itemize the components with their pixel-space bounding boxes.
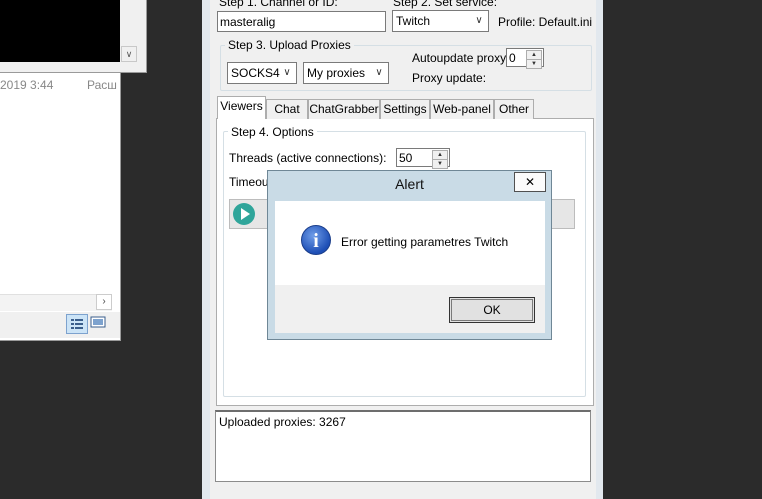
service-select[interactable]: Twitch ∨ — [392, 10, 489, 32]
tab-web-panel[interactable]: Web-panel — [430, 99, 494, 119]
proxy-source-value: My proxies — [307, 66, 366, 80]
scroll-right-button[interactable]: › — [96, 294, 112, 310]
spin-down-icon[interactable]: ▼ — [432, 159, 448, 169]
alert-title: Alert — [395, 176, 424, 192]
tab-settings[interactable]: Settings — [380, 99, 430, 119]
large-icons-view-icon[interactable] — [90, 314, 106, 330]
log-textarea[interactable]: Uploaded proxies: 3267 — [215, 410, 591, 482]
proxy-update-label: Proxy update: — [412, 71, 487, 85]
tab-viewers[interactable]: Viewers — [217, 96, 266, 119]
info-icon: i — [301, 225, 331, 255]
step2-label: Step 2. Set service: — [393, 0, 498, 9]
profile-label: Profile: Default.ini — [498, 15, 593, 29]
chevron-down-icon: ∨ — [475, 15, 483, 26]
alert-footer: OK — [275, 285, 545, 333]
autoupdate-stepper[interactable]: 0 ▲ ▼ — [506, 48, 544, 69]
tab-chat[interactable]: Chat — [266, 99, 308, 119]
ok-button[interactable]: OK — [449, 297, 535, 323]
close-icon[interactable]: ✕ — [514, 172, 546, 192]
threads-label: Threads (active connections): — [229, 151, 387, 165]
tab-chatgrabber[interactable]: ChatGrabber — [308, 99, 380, 119]
spin-down-icon[interactable]: ▼ — [526, 59, 542, 69]
alert-dialog: Alert ✕ i Error getting parametres Twitc… — [267, 170, 552, 340]
tab-other[interactable]: Other — [494, 99, 534, 119]
column-header-extension: Расш — [87, 78, 117, 92]
autoupdate-value: 0 — [509, 51, 516, 65]
alert-message: Error getting parametres Twitch — [341, 235, 509, 249]
chevron-down-icon: ∨ — [283, 67, 291, 78]
details-view-icon[interactable] — [66, 314, 88, 334]
threads-stepper[interactable]: 50 ▲ ▼ — [396, 148, 450, 169]
step3-title: Step 3. Upload Proxies — [225, 38, 354, 52]
step4-title: Step 4. Options — [228, 125, 317, 139]
service-select-value: Twitch — [396, 14, 431, 28]
play-icon[interactable] — [233, 203, 255, 225]
chevron-down-icon: ∨ — [375, 67, 383, 78]
timeout-label: Timeout — [229, 175, 272, 189]
background-explorer-window: ∨ 2019 3:44 Расш › — [0, 0, 147, 341]
scroll-down-button[interactable]: ∨ — [121, 46, 137, 62]
proxy-type-select[interactable]: SOCKS4 ∨ — [227, 62, 297, 84]
alert-body: i Error getting parametres Twitch — [275, 201, 545, 285]
proxy-type-value: SOCKS4 — [231, 66, 280, 80]
threads-value: 50 — [399, 151, 413, 165]
background-preview-area — [0, 0, 120, 62]
log-line: Uploaded proxies: 3267 — [219, 415, 346, 429]
background-window-frame: ∨ — [0, 0, 147, 73]
proxy-source-select[interactable]: My proxies ∨ — [303, 62, 389, 84]
file-date: 2019 3:44 — [0, 78, 54, 92]
step1-label: Step 1. Channel or ID: — [219, 0, 338, 9]
channel-id-input[interactable] — [217, 11, 386, 32]
autoupdate-label: Autoupdate proxy: — [412, 51, 510, 65]
